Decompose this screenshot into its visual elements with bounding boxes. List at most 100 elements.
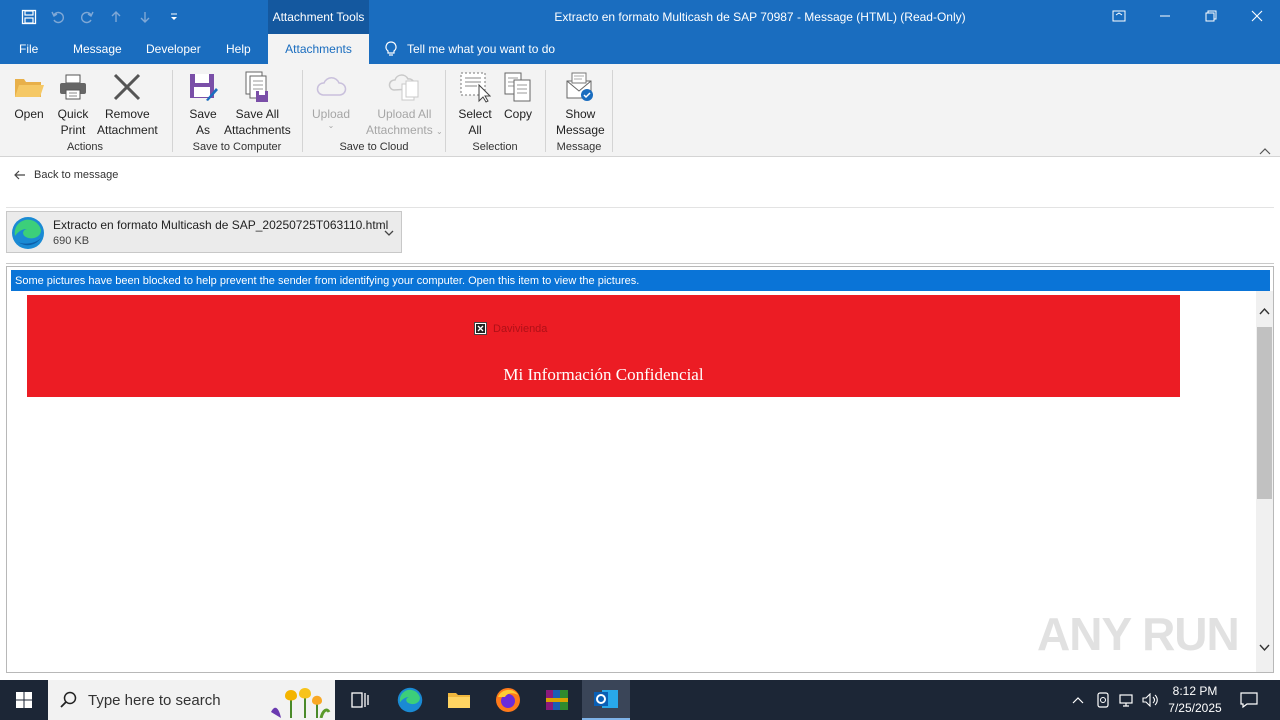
open-label: Open — [14, 107, 44, 121]
floppy-pen-icon — [186, 70, 220, 104]
broken-image-icon — [474, 322, 487, 335]
upload-button[interactable]: Upload ⌄ — [312, 70, 350, 130]
edge-browser-icon — [11, 216, 45, 250]
quick-print-label-2: Print — [60, 123, 86, 137]
chevron-down-icon[interactable] — [383, 226, 395, 238]
edge-icon — [397, 687, 423, 713]
open-button[interactable]: Open — [12, 70, 46, 122]
taskbar-outlook[interactable] — [582, 680, 630, 720]
start-button[interactable] — [0, 680, 48, 720]
upload-dropdown-icon: ⌄ — [327, 121, 335, 130]
tray-device[interactable] — [1092, 680, 1114, 720]
search-icon — [60, 691, 77, 708]
select-all-button[interactable]: Select All — [458, 70, 492, 138]
action-center-button[interactable] — [1234, 680, 1264, 720]
minimize-icon[interactable] — [1142, 0, 1188, 32]
anyrun-watermark: ANY RUN — [1037, 608, 1240, 660]
windows-logo-icon — [16, 692, 32, 708]
scroll-up-icon[interactable] — [1258, 305, 1271, 318]
divider — [6, 263, 1274, 264]
group-message-label: Message — [556, 141, 602, 153]
group-selection-label: Selection — [472, 141, 518, 153]
window-controls — [1096, 0, 1280, 34]
next-item-icon[interactable] — [130, 0, 159, 34]
save-all-label-1: Save All — [235, 107, 280, 121]
tulips-decoration-icon — [271, 688, 331, 718]
vertical-scrollbar[interactable] — [1256, 291, 1273, 672]
taskbar-search-box[interactable]: Type here to search — [48, 680, 335, 720]
tab-file[interactable]: File — [19, 34, 38, 64]
group-save-cloud-label: Save to Cloud — [339, 141, 409, 153]
back-to-message-link[interactable]: Back to message — [14, 167, 118, 183]
show-hidden-icons[interactable] — [1068, 680, 1088, 720]
copy-label: Copy — [503, 107, 532, 121]
x-remove-icon — [110, 70, 144, 104]
task-view-button[interactable] — [336, 680, 384, 720]
windows-taskbar: Type here to search 8:12 PM 7/25/2025 — [0, 680, 1280, 720]
lightbulb-icon — [385, 41, 397, 56]
upload-all-attachments-button[interactable]: Upload All Attachments ⌄ — [366, 70, 443, 140]
red-banner: Davivienda Mi Información Confidencial — [27, 295, 1180, 397]
cloud-icon — [314, 70, 348, 104]
save-icon[interactable] — [14, 0, 43, 34]
taskbar-file-explorer[interactable] — [435, 680, 483, 720]
close-icon[interactable] — [1234, 0, 1280, 32]
group-separator — [445, 70, 446, 152]
select-all-icon — [458, 70, 492, 104]
cloud-documents-icon — [387, 70, 421, 104]
taskbar-edge[interactable] — [386, 680, 434, 720]
taskbar-clock[interactable]: 8:12 PM 7/25/2025 — [1160, 683, 1230, 717]
outlook-icon — [594, 690, 618, 708]
attachment-tools-label: Attachment Tools — [268, 0, 369, 34]
taskbar-winrar[interactable] — [533, 680, 581, 720]
attachment-filename: Extracto en formato Multicash de SAP_202… — [53, 218, 389, 232]
scroll-down-icon[interactable] — [1258, 641, 1271, 654]
printer-icon — [56, 70, 90, 104]
tab-message[interactable]: Message — [73, 34, 122, 64]
customize-qat-icon[interactable] — [159, 0, 188, 34]
show-message-button[interactable]: Show Message — [556, 70, 605, 138]
attachment-size: 690 KB — [53, 235, 90, 247]
previous-item-icon[interactable] — [101, 0, 130, 34]
restore-icon[interactable] — [1188, 0, 1234, 32]
divider — [6, 207, 1274, 208]
save-as-button[interactable]: Save As — [186, 70, 220, 138]
blocked-pictures-infobar[interactable]: Some pictures have been blocked to help … — [11, 270, 1270, 291]
save-all-label-2: Attachments — [224, 123, 291, 137]
broken-image: Davivienda — [474, 322, 547, 335]
device-icon — [1097, 692, 1109, 708]
attachment-chip[interactable]: Extracto en formato Multicash de SAP_202… — [6, 211, 402, 253]
tell-me-text: Tell me what you want to do — [407, 42, 556, 56]
collapse-ribbon-icon[interactable] — [1258, 143, 1272, 155]
group-save-computer-label: Save to Computer — [192, 141, 282, 153]
remove-attachment-button[interactable]: Remove Attachment — [97, 70, 158, 138]
tab-help[interactable]: Help — [226, 34, 251, 64]
tab-attachments[interactable]: Attachments — [268, 34, 369, 64]
copy-icon — [501, 70, 535, 104]
firefox-icon — [496, 688, 520, 712]
upload-all-label-1: Upload All — [377, 107, 432, 121]
search-placeholder: Type here to search — [88, 692, 221, 709]
tab-developer[interactable]: Developer — [146, 34, 201, 64]
folder-icon — [448, 693, 470, 708]
save-all-attachments-button[interactable]: Save All Attachments — [224, 70, 291, 138]
upload-label: Upload — [312, 107, 351, 121]
banner-title: Mi Información Confidencial — [503, 365, 704, 384]
select-all-label-1: Select — [458, 107, 492, 121]
ribbon-display-options-icon[interactable] — [1096, 0, 1142, 32]
quick-print-button[interactable]: Quick Print — [56, 70, 90, 138]
copy-button[interactable]: Copy — [501, 70, 535, 122]
group-separator — [302, 70, 303, 152]
taskbar-firefox[interactable] — [484, 680, 532, 720]
show-message-icon — [563, 70, 597, 104]
show-message-label-1: Show — [565, 107, 596, 121]
clock-time: 8:12 PM — [1172, 684, 1218, 698]
undo-icon[interactable] — [43, 0, 72, 34]
tray-volume[interactable] — [1140, 680, 1162, 720]
tray-network[interactable] — [1116, 680, 1138, 720]
broken-image-alt: Davivienda — [493, 322, 548, 335]
chevron-up-icon — [1072, 697, 1084, 704]
scrollbar-thumb[interactable] — [1257, 327, 1272, 499]
redo-icon[interactable] — [72, 0, 101, 34]
tell-me-box[interactable]: Tell me what you want to do — [384, 34, 555, 64]
